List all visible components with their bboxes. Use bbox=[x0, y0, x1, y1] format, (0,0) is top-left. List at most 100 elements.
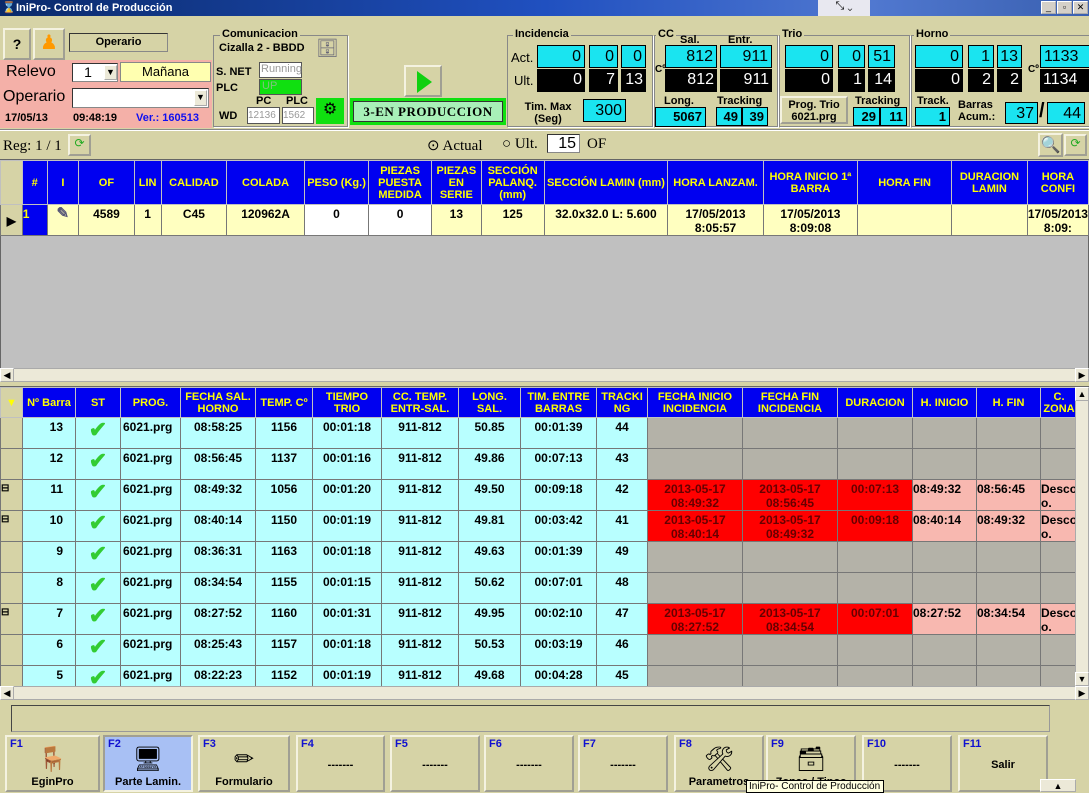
table-cell: 4589 bbox=[78, 204, 135, 236]
column-header[interactable]: FECHA FIN INCIDENCIA bbox=[742, 387, 838, 418]
table-cell: 50.85 bbox=[458, 417, 521, 449]
column-header[interactable]: ST bbox=[75, 387, 121, 418]
column-header[interactable]: CC. TEMP. ENTR-SAL. bbox=[381, 387, 459, 418]
estado-button[interactable]: 3-EN PRODUCCION bbox=[350, 98, 506, 125]
column-header[interactable]: HORA CONFI bbox=[1026, 160, 1089, 205]
chevron-down-icon[interactable]: ▼ bbox=[194, 90, 207, 106]
filter-dropdown-icon[interactable]: ▼ bbox=[0, 387, 23, 418]
column-header[interactable]: PIEZAS EN SERIE bbox=[430, 160, 482, 205]
search-button[interactable]: 🔍 bbox=[1038, 133, 1063, 157]
column-header[interactable]: DURACION bbox=[837, 387, 913, 418]
table-row[interactable]: ⊟ 10 ✔ 6021.prg 08:40:14 1150 00:01:19 911-812 4… bbox=[0, 510, 1079, 542]
maximize-button[interactable]: ▫ bbox=[1057, 1, 1072, 14]
scroll-up-icon[interactable]: ▲ bbox=[1075, 387, 1089, 401]
prog-trio-button[interactable]: Prog. Trio 6021.prg bbox=[780, 96, 848, 124]
collapse-icon[interactable]: ⊟ bbox=[2, 514, 10, 525]
table-row[interactable]: ⊟ 7 ✔ 6021.prg 08:27:52 1160 00:01:31 911-812 49… bbox=[0, 603, 1079, 635]
column-header[interactable]: DURACION LAMIN bbox=[951, 160, 1028, 205]
user-button[interactable]: ♟ bbox=[33, 28, 65, 60]
table-row[interactable]: 6 ✔ 6021.prg 08:25:43 1157 00:01:18 911-812 50.… bbox=[0, 634, 1079, 666]
operario-select[interactable] bbox=[72, 88, 209, 108]
table-cell: 00:07:13 bbox=[837, 479, 913, 511]
table-cell: 00:02:10 bbox=[520, 603, 597, 635]
cc-sal-act: 812 bbox=[665, 45, 717, 68]
minimize-button[interactable]: _ bbox=[1041, 1, 1056, 14]
fkey-f11-button[interactable]: F11 Salir bbox=[958, 735, 1048, 792]
bars-hscrollbar[interactable] bbox=[0, 686, 1089, 700]
collapse-icon[interactable]: ⊟ bbox=[2, 483, 10, 494]
column-header[interactable]: SECCIÓN PALANQ. (mm) bbox=[480, 160, 545, 205]
fkey-text: ------- bbox=[894, 759, 920, 771]
column-header[interactable]: HORA FIN bbox=[857, 160, 953, 205]
track-value: 1 bbox=[915, 107, 950, 126]
scroll-left-icon[interactable]: ◀ bbox=[0, 368, 14, 382]
table-row[interactable]: ⊟ 11 ✔ 6021.prg 08:49:32 1056 00:01:20 911-812 4… bbox=[0, 479, 1079, 511]
close-button[interactable]: ✕ bbox=[1073, 1, 1088, 14]
expand-up-icon[interactable]: ▲ bbox=[1040, 779, 1076, 792]
fkey-f1-button[interactable]: F1 🪑 EginPro bbox=[5, 735, 100, 792]
restore-down-icons[interactable]: ⤡ ⌄ bbox=[818, 0, 870, 16]
column-header[interactable]: SECCIÓN LAMIN (mm) bbox=[543, 160, 669, 205]
table-row[interactable]: 8 ✔ 6021.prg 08:34:54 1155 00:01:15 911-812 50.… bbox=[0, 572, 1079, 604]
table-cell: 32.0x32.0 L: 5.600 bbox=[543, 204, 669, 236]
radio-actual[interactable]: ⊙ Actual bbox=[427, 136, 483, 155]
start-button[interactable] bbox=[404, 65, 442, 97]
chevron-down-icon[interactable]: ▼ bbox=[104, 65, 117, 80]
column-header[interactable]: PROG. bbox=[120, 387, 181, 418]
column-header[interactable]: PESO (Kg.) bbox=[303, 160, 370, 205]
table-cell: 00:01:18 bbox=[312, 541, 382, 573]
table-cell: 125 bbox=[480, 204, 545, 236]
scroll-right-icon[interactable]: ▶ bbox=[1075, 686, 1089, 700]
table-cell: 6021.prg bbox=[120, 417, 181, 449]
table-row[interactable]: ▶ 1 ✎ 4589 1 C45 120962A 0 0 13 125 32.0x32.0 L: 5.… bbox=[0, 204, 1089, 236]
column-header[interactable]: FECHA SAL. HORNO bbox=[180, 387, 256, 418]
fkey-f3-button[interactable]: F3 ✏ Formulario bbox=[198, 735, 290, 792]
column-header[interactable]: TEMP. Cº bbox=[255, 387, 313, 418]
column-header[interactable]: FECHA INICIO INCIDENCIA bbox=[647, 387, 743, 418]
table-cell: 911-812 bbox=[381, 634, 459, 666]
fkey-f5-button[interactable]: F5 ------- bbox=[390, 735, 480, 792]
radio-ult[interactable]: ○ Ult. bbox=[502, 136, 538, 153]
table-row[interactable]: 13 ✔ 6021.prg 08:58:25 1156 00:01:18 911-812 50… bbox=[0, 417, 1079, 449]
fkey-f6-button[interactable]: F6 ------- bbox=[484, 735, 574, 792]
fkey-f7-button[interactable]: F7 ------- bbox=[578, 735, 668, 792]
column-header[interactable]: HORA LANZAM. bbox=[667, 160, 764, 205]
column-header[interactable]: TIEMPO TRIO bbox=[312, 387, 382, 418]
signal-icon[interactable]: ⚙ bbox=[316, 98, 344, 124]
edit-note-icon[interactable]: ✎ bbox=[46, 204, 80, 236]
column-header[interactable]: LONG. SAL. bbox=[458, 387, 521, 418]
orders-table: # I OF LIN CALIDAD COLADA PESO (Kg.) PIEZAS PUE… bbox=[0, 160, 1089, 236]
refresh-grid-button[interactable]: ⟳ bbox=[1064, 134, 1087, 156]
table-row[interactable]: 9 ✔ 6021.prg 08:36:31 1163 00:01:18 911-812 49.… bbox=[0, 541, 1079, 573]
column-header[interactable]: HORA INICIO 1ª BARRA bbox=[762, 160, 859, 205]
scroll-left-icon[interactable]: ◀ bbox=[0, 686, 14, 700]
fkey-f4-button[interactable]: F4 ------- bbox=[296, 735, 385, 792]
table-cell bbox=[837, 541, 913, 573]
fkey-f2-button[interactable]: F2 🖥 Parte Lamin. bbox=[103, 735, 193, 792]
column-header[interactable]: PIEZAS PUESTA MEDIDA bbox=[368, 160, 432, 205]
column-header[interactable]: H. INICIO bbox=[912, 387, 977, 418]
collapse-icon[interactable]: ⊟ bbox=[2, 607, 10, 618]
column-header[interactable]: # bbox=[21, 160, 48, 205]
column-header[interactable]: TIM. ENTRE BARRAS bbox=[520, 387, 597, 418]
column-header[interactable]: I bbox=[46, 160, 80, 205]
refresh-button[interactable]: ⟳ bbox=[68, 134, 91, 156]
table-cell bbox=[647, 541, 743, 573]
scroll-right-icon[interactable]: ▶ bbox=[1075, 368, 1089, 382]
column-header[interactable]: C. ZONA bbox=[1039, 387, 1079, 418]
column-header[interactable]: H. FIN bbox=[976, 387, 1041, 418]
table-cell: 911-812 bbox=[381, 541, 459, 573]
help-button[interactable]: ? bbox=[3, 28, 31, 60]
column-header[interactable]: COLADA bbox=[226, 160, 305, 205]
column-header[interactable]: CALIDAD bbox=[160, 160, 228, 205]
column-header[interactable]: LIN bbox=[133, 160, 162, 205]
table-row[interactable]: 12 ✔ 6021.prg 08:56:45 1137 00:01:16 911-812 49… bbox=[0, 448, 1079, 480]
scroll-down-icon[interactable]: ▼ bbox=[1075, 672, 1089, 686]
orders-hscrollbar[interactable] bbox=[0, 368, 1089, 382]
column-header[interactable]: Nº Barra bbox=[22, 387, 76, 418]
column-header[interactable]: OF bbox=[78, 160, 135, 205]
ult-count-input[interactable]: 15 bbox=[547, 134, 580, 153]
column-header[interactable]: TRACKI NG bbox=[596, 387, 648, 418]
bars-vscrollbar[interactable] bbox=[1075, 387, 1089, 687]
table-cell: 6021.prg bbox=[120, 572, 181, 604]
